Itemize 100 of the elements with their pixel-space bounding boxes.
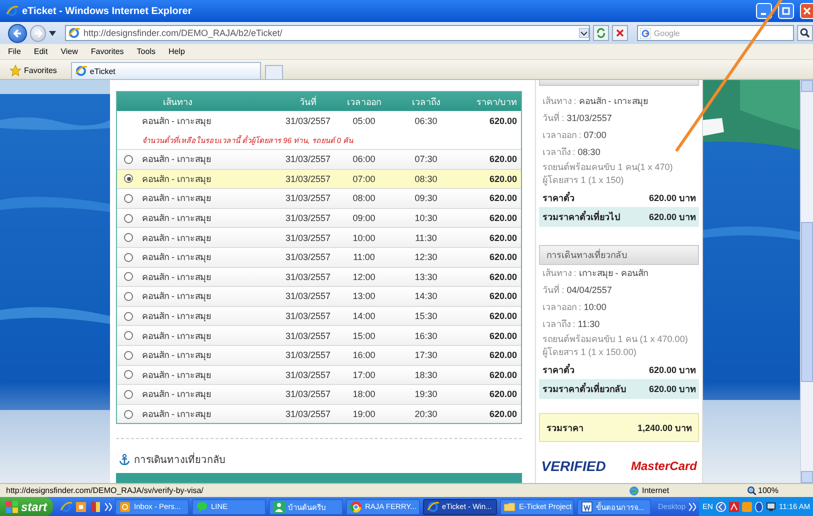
- table-cell-text: คอนสัก - เกาะสมุย: [141, 212, 212, 226]
- menu-item[interactable]: Help: [168, 47, 185, 56]
- radio-button[interactable]: [124, 252, 133, 262]
- table-cell-text: คอนสัก - เกาะสมุย: [141, 192, 212, 206]
- summary-detail: ผู้โดยสาร 1 (1 x 150.00): [541, 346, 638, 359]
- menu-item[interactable]: File: [8, 47, 21, 56]
- menu-item[interactable]: Tools: [136, 47, 156, 56]
- table-cell-text: 620.00: [488, 350, 518, 360]
- table-row[interactable]: คอนสัก - เกาะสมุย 31/03/2557 19:00 20:30 620.00: [117, 404, 521, 424]
- radio-button[interactable]: [124, 292, 133, 301]
- stop-button[interactable]: [612, 25, 628, 41]
- radio-button[interactable]: [124, 214, 133, 223]
- app-icon[interactable]: [75, 500, 88, 512]
- scroll-thumb[interactable]: [801, 222, 813, 382]
- search-button[interactable]: [797, 25, 813, 41]
- scrollbar[interactable]: [800, 80, 813, 483]
- table-row[interactable]: คอนสัก - เกาะสมุย 31/03/2557 07:00 08:30 620.00: [117, 168, 521, 188]
- radio-button[interactable]: [124, 194, 133, 203]
- table-cell-text: คอนสัก - เกาะสมุย: [141, 330, 212, 343]
- table-cell-text: 31/03/2557: [284, 232, 332, 243]
- search-icon: [800, 28, 810, 38]
- table-cell-text: 31/03/2557: [284, 330, 332, 341]
- minimize-button[interactable]: [756, 3, 772, 19]
- radio-button[interactable]: [124, 312, 133, 321]
- table-cell-text: 18:00: [352, 389, 376, 400]
- table-row[interactable]: คอนสัก - เกาะสมุย 31/03/2557 18:00 19:30 620.00: [117, 384, 521, 404]
- monitor-icon[interactable]: [766, 502, 776, 512]
- table-row[interactable]: คอนสัก - เกาะสมุย 31/03/2557 15:00 16:30 620.00: [117, 325, 521, 345]
- table-row[interactable]: คอนสัก - เกาะสมุย 31/03/2557 14:00 15:30 620.00: [117, 306, 521, 326]
- table-row[interactable]: คอนสัก - เกาะสมุย 31/03/2557 13:00 14:30 620.00: [117, 286, 521, 306]
- table-cell-text: คอนสัก - เกาะสมุย: [141, 114, 212, 128]
- radio-button[interactable]: [124, 233, 133, 242]
- summary-line: วันที่ : 04/04/2557: [541, 282, 613, 297]
- verified-logo: VERIFIED: [541, 459, 606, 474]
- menu-item[interactable]: Edit: [34, 47, 48, 56]
- maximize-button[interactable]: [778, 3, 794, 19]
- table-row[interactable]: คอนสัก - เกาะสมุย 31/03/2557 12:00 13:30 620.00: [117, 266, 521, 286]
- close-button[interactable]: [800, 3, 813, 19]
- radio-button[interactable]: [124, 390, 133, 399]
- table-cell-text: 31/03/2557: [284, 252, 332, 262]
- back-button[interactable]: [8, 24, 27, 42]
- address-field[interactable]: http://designsfinder.com/DEMO_RAJA/b2/eTicket/: [65, 25, 590, 41]
- table-cell-text: 31/03/2557: [284, 174, 332, 184]
- radio-button[interactable]: [124, 331, 133, 340]
- expand-icon[interactable]: [716, 502, 726, 512]
- table-cell-text: คอนสัก - เกาะสมุย: [141, 310, 212, 324]
- radio-button[interactable]: [124, 154, 133, 164]
- chevron-icon[interactable]: [688, 502, 696, 510]
- table-cell-text: 620.00: [488, 409, 518, 420]
- chevron-icon[interactable]: [105, 502, 112, 510]
- favorites-button[interactable]: Favorites: [10, 61, 67, 79]
- acrobat-icon[interactable]: [728, 502, 739, 512]
- radio-button[interactable]: [124, 174, 133, 184]
- fare-value: 620.00 บาท: [648, 364, 696, 377]
- summary-line: เวลาออก : 07:00: [541, 129, 608, 142]
- radio-button[interactable]: [124, 272, 133, 282]
- table-cell-text: 15:30: [414, 311, 438, 322]
- table-cell-text: 620.00: [488, 174, 518, 184]
- dropdown-icon[interactable]: [49, 30, 56, 36]
- summary-detail: รถยนต์พร้อมคนขับ 1 คน (1 x 470.00): [541, 333, 689, 346]
- table-cell-text: 14:30: [414, 291, 438, 302]
- table-row[interactable]: คอนสัก - เกาะสมุย 31/03/2557 16:00 17:30 620.00: [117, 344, 521, 365]
- dropdown-icon[interactable]: [579, 28, 590, 38]
- mastercard-logo: MasterCard: [630, 459, 697, 474]
- table-row[interactable]: คอนสัก - เกาะสมุย 31/03/2557 09:00 10:30 620.00: [117, 208, 521, 228]
- radio-button[interactable]: [124, 370, 133, 380]
- radio-button[interactable]: [124, 410, 133, 419]
- ie-icon[interactable]: [60, 500, 72, 512]
- stop-icon: [615, 28, 626, 38]
- total-label: รวมราคาตั๋วเที่ยวไป: [542, 210, 620, 224]
- zoom-icon: [747, 486, 756, 495]
- total-value: 620.00 บาท: [648, 211, 696, 224]
- mail-icon: [119, 500, 132, 512]
- browser-tab[interactable]: eTicket: [70, 62, 261, 79]
- summary-line: วันที่ : 31/03/2557: [541, 110, 613, 125]
- menu-item[interactable]: Favorites: [90, 47, 124, 56]
- table-cell-text: 12:30: [414, 252, 438, 262]
- table-row[interactable]: คอนสัก - เกาะสมุย 31/03/2557 11:00 12:30 620.00: [117, 246, 521, 267]
- table-cell-text: 20:30: [414, 409, 438, 420]
- table-row[interactable]: คอนสัก - เกาะสมุย 31/03/2557 06:00 07:30 620.00: [117, 149, 521, 169]
- column-header: วันที่: [298, 94, 318, 108]
- table-row[interactable]: คอนสัก - เกาะสมุย 31/03/2557 17:00 18:30 620.00: [117, 364, 521, 384]
- table-cell-text: 620.00: [488, 272, 518, 282]
- fare-label: ราคาตั๋ว: [542, 363, 574, 377]
- table-row[interactable]: คอนสัก - เกาะสมุย 31/03/2557 08:00 09:30 620.00: [117, 188, 521, 208]
- summary-line: เส้นทาง : เกาะสมุย - คอนสัก: [541, 267, 649, 280]
- table-cell-text: 15:00: [352, 330, 376, 341]
- table-cell-text: 31/03/2557: [284, 213, 332, 224]
- table-row[interactable]: คอนสัก - เกาะสมุย 31/03/2557 10:00 11:30 620.00: [117, 227, 521, 247]
- books-icon[interactable]: [90, 500, 102, 512]
- zoom-button[interactable]: 100%: [747, 486, 778, 495]
- column-header: เส้นทาง: [162, 96, 193, 108]
- maximize-icon: [782, 7, 790, 15]
- radio-button[interactable]: [124, 350, 133, 360]
- table-cell-text: 19:30: [414, 389, 438, 400]
- table-cell-text: 620.00: [488, 330, 518, 341]
- table-cell-text: 31/03/2557: [284, 291, 332, 302]
- ie-icon: [68, 27, 80, 39]
- table-cell-text: 06:30: [414, 116, 438, 126]
- menu-item[interactable]: View: [60, 47, 78, 56]
